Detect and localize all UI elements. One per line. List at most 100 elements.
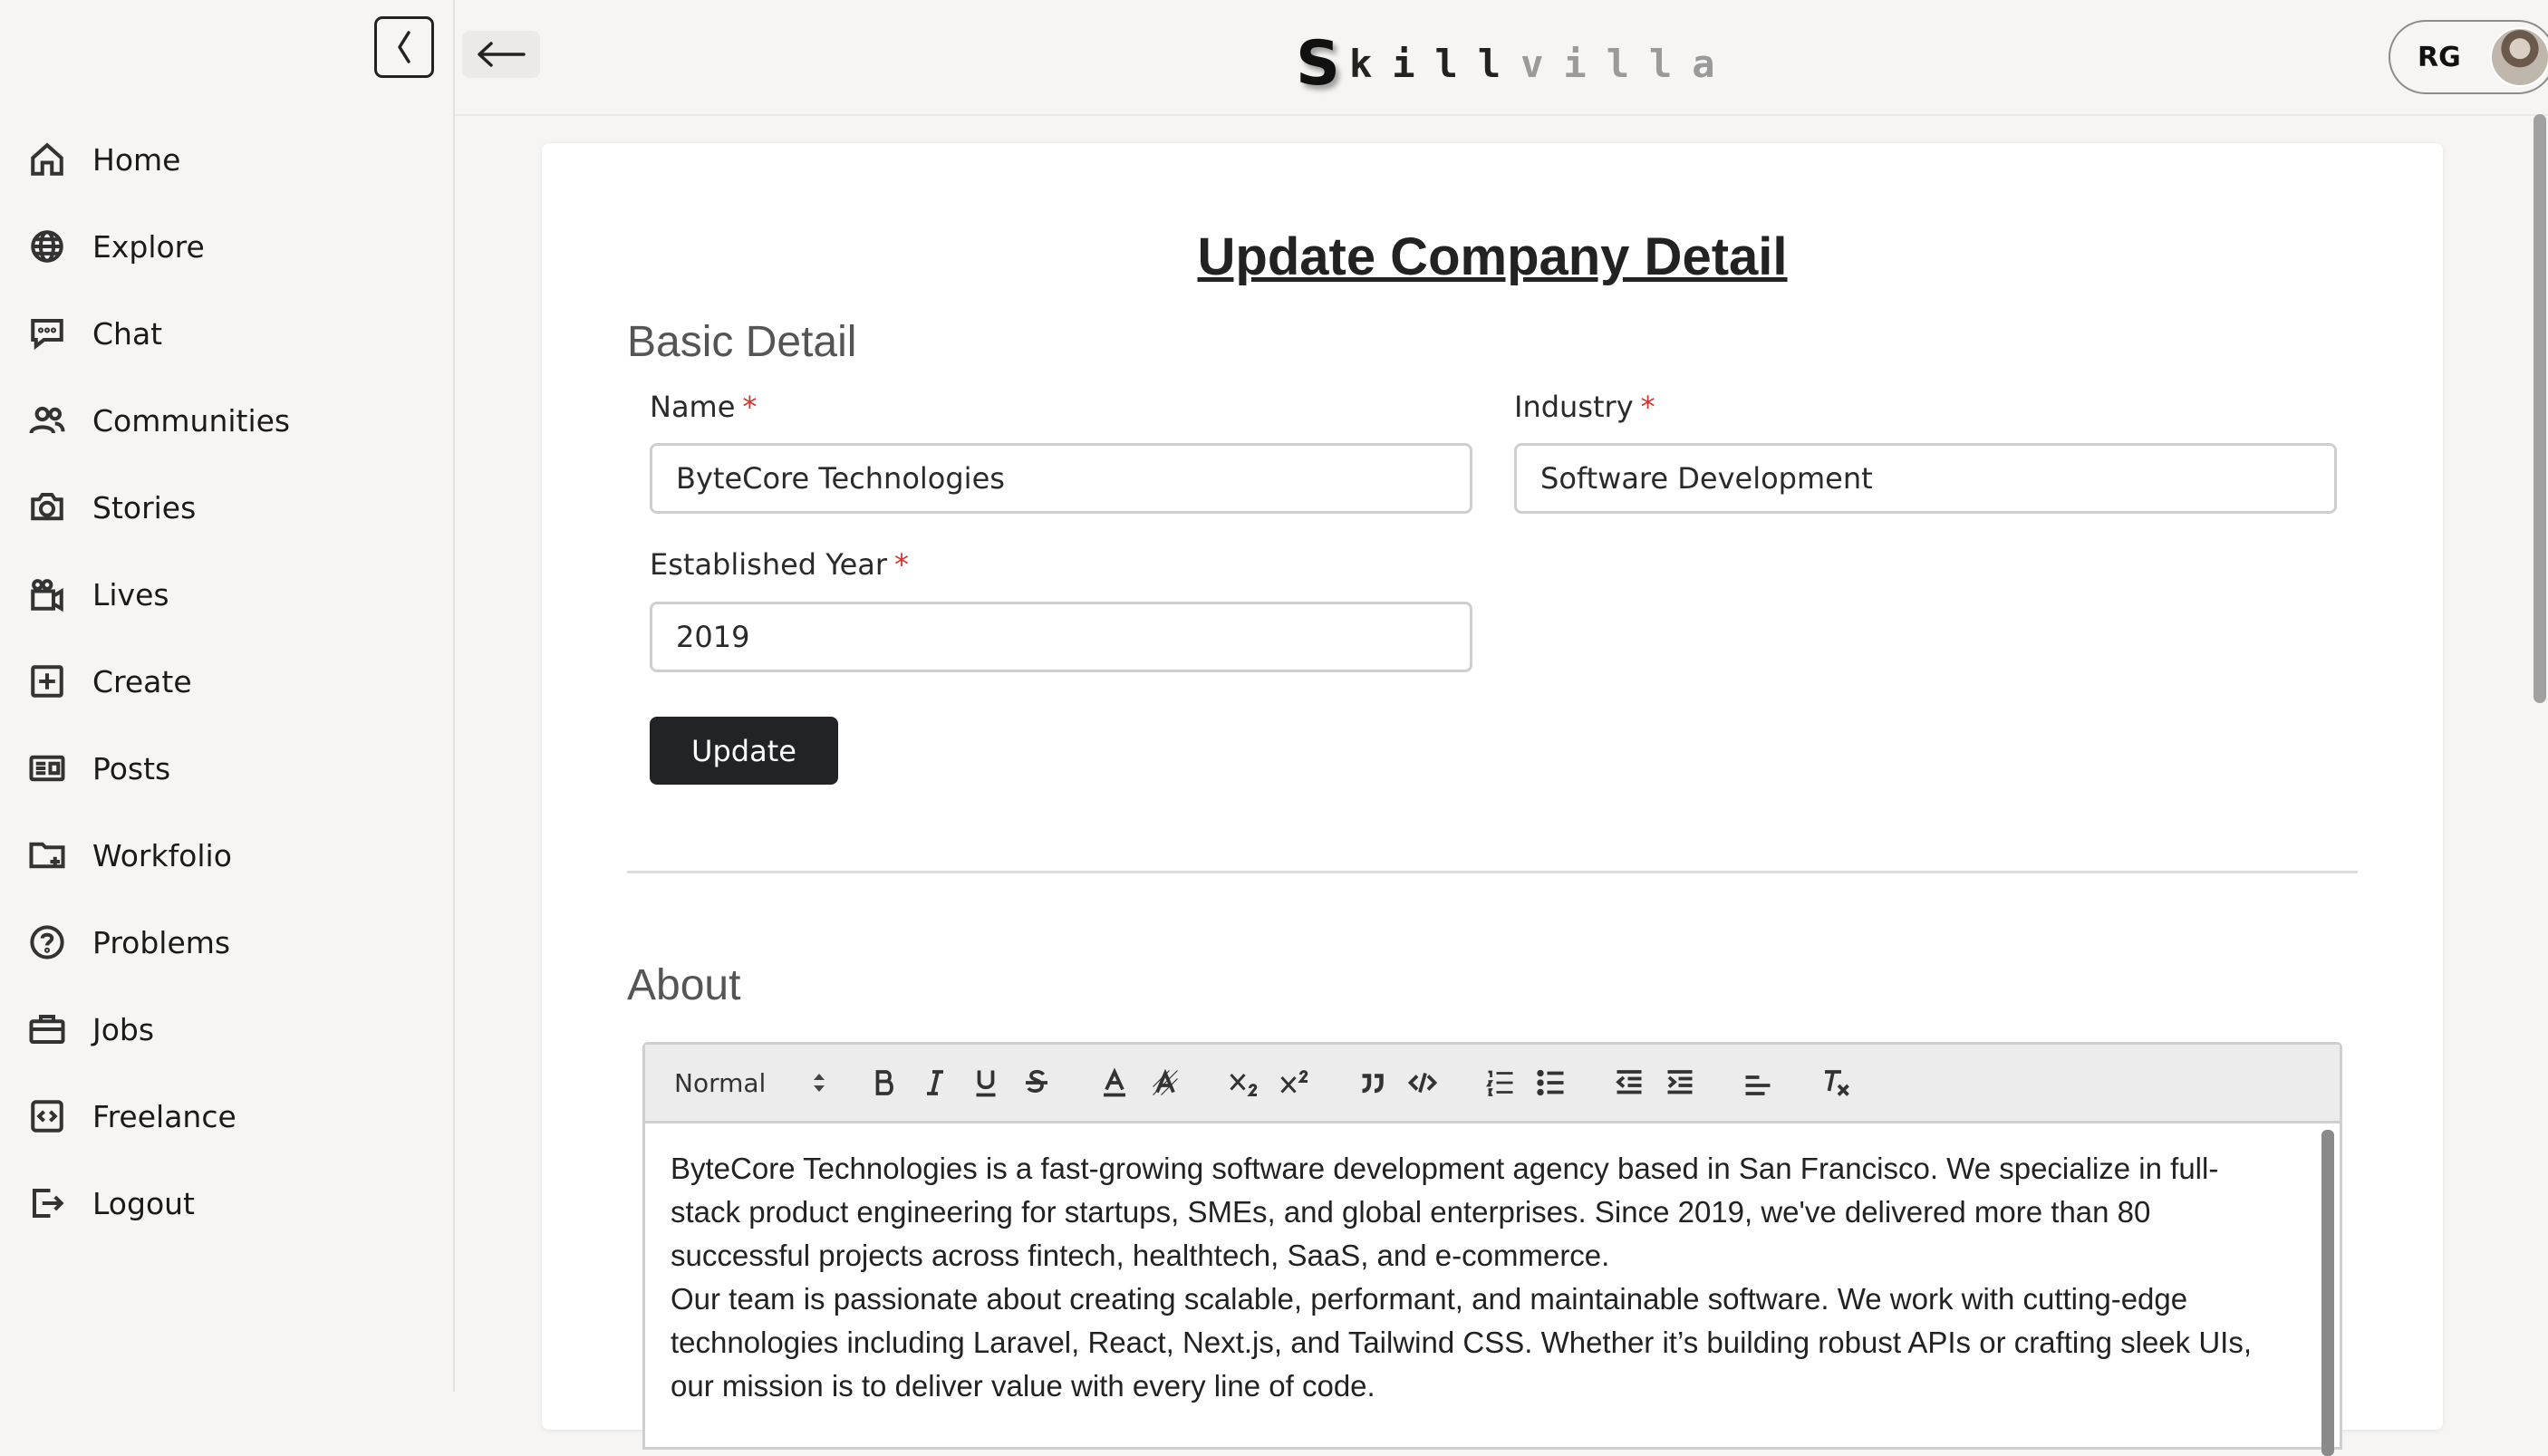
editor-content[interactable]: ByteCore Technologies is a fast-growing … bbox=[645, 1123, 2340, 1408]
outdent-button[interactable] bbox=[1604, 1057, 1655, 1108]
logo-text-dark: kill bbox=[1348, 41, 1521, 86]
name-label-text: Name bbox=[650, 390, 736, 424]
company-form-card: Update Company Detail Basic Detail Name *… bbox=[542, 143, 2443, 1456]
newspaper-icon bbox=[27, 748, 67, 788]
bullet-list-button[interactable] bbox=[1526, 1057, 1577, 1108]
sidebar-item-label: Freelance bbox=[92, 1098, 236, 1134]
arrow-left-icon bbox=[478, 42, 526, 67]
bold-button[interactable] bbox=[859, 1057, 910, 1108]
sidebar-item-explore[interactable]: Explore bbox=[27, 203, 426, 290]
sidebar-item-posts[interactable]: Posts bbox=[27, 725, 426, 812]
editor-toolbar: Normal bbox=[645, 1045, 2340, 1123]
ordered-list-icon bbox=[1485, 1070, 1513, 1096]
text-color-icon bbox=[1104, 1067, 1125, 1097]
indent-icon bbox=[1667, 1070, 1693, 1094]
name-label: Name * bbox=[650, 390, 757, 424]
sidebar-item-workfolio[interactable]: Workfolio bbox=[27, 812, 426, 899]
strikethrough-button[interactable] bbox=[1011, 1057, 1062, 1108]
sidebar-item-create[interactable]: Create bbox=[27, 638, 426, 725]
sidebar-nav: Home Explore Chat Communities Stories Li… bbox=[27, 116, 426, 1247]
page-title: Update Company Detail bbox=[1197, 227, 1788, 286]
blockquote-button[interactable] bbox=[1346, 1057, 1397, 1108]
italic-icon bbox=[927, 1070, 943, 1095]
about-paragraph: ByteCore Technologies is a fast-growing … bbox=[671, 1152, 2219, 1272]
code-square-icon bbox=[27, 1096, 67, 1136]
established-year-label: Established Year * bbox=[650, 547, 909, 582]
clear-format-icon bbox=[1825, 1070, 1849, 1096]
superscript-button[interactable] bbox=[1269, 1057, 1319, 1108]
sidebar-item-lives[interactable]: Lives bbox=[27, 551, 426, 638]
align-button[interactable] bbox=[1732, 1057, 1783, 1108]
required-mark: * bbox=[1640, 390, 1655, 424]
about-rich-text-editor: Normal ByteCore Technologies is a fast-g… bbox=[642, 1042, 2342, 1456]
section-divider bbox=[627, 871, 2358, 873]
format-select-value: Normal bbox=[674, 1067, 767, 1098]
sidebar-item-label: Problems bbox=[92, 924, 231, 960]
users-icon bbox=[27, 400, 67, 440]
page-scrollbar-thumb[interactable] bbox=[2534, 114, 2546, 703]
sidebar-item-label: Chat bbox=[92, 315, 163, 352]
home-icon bbox=[27, 140, 67, 179]
skillvilla-logo[interactable]: S kill villa bbox=[1296, 27, 1735, 100]
underline-button[interactable] bbox=[960, 1057, 1011, 1108]
about-heading: About bbox=[627, 961, 741, 1009]
sidebar-item-label: Communities bbox=[92, 402, 291, 439]
background-color-button[interactable] bbox=[1140, 1057, 1191, 1108]
sidebar-item-label: Jobs bbox=[92, 1011, 155, 1047]
format-select[interactable]: Normal bbox=[674, 1068, 826, 1098]
sidebar-item-logout[interactable]: Logout bbox=[27, 1160, 426, 1247]
select-arrows-icon bbox=[814, 1074, 825, 1092]
about-paragraph: Our team is passionate about creating sc… bbox=[671, 1282, 2252, 1403]
industry-label: Industry * bbox=[1514, 390, 1655, 424]
outdent-icon bbox=[1616, 1070, 1642, 1094]
basic-detail-heading: Basic Detail bbox=[627, 318, 857, 366]
superscript-icon bbox=[1280, 1070, 1308, 1094]
underline-icon bbox=[976, 1070, 996, 1097]
code-icon bbox=[1407, 1072, 1438, 1094]
quote-icon bbox=[1362, 1074, 1384, 1094]
collapse-sidebar-button[interactable] bbox=[374, 16, 434, 78]
logout-icon bbox=[27, 1183, 67, 1223]
avatar bbox=[2490, 27, 2548, 87]
sidebar-item-home[interactable]: Home bbox=[27, 116, 426, 203]
sidebar-item-label: Stories bbox=[92, 489, 197, 526]
video-icon bbox=[27, 574, 67, 614]
subscript-button[interactable] bbox=[1218, 1057, 1269, 1108]
bullet-list-icon bbox=[1537, 1069, 1564, 1096]
question-circle-icon bbox=[27, 922, 67, 962]
sidebar-item-jobs[interactable]: Jobs bbox=[27, 986, 426, 1073]
name-input[interactable] bbox=[650, 443, 1472, 514]
established-year-input[interactable] bbox=[650, 602, 1472, 672]
strikethrough-icon bbox=[1026, 1069, 1047, 1093]
sidebar-item-label: Explore bbox=[92, 228, 205, 265]
back-button[interactable] bbox=[462, 31, 540, 78]
profile-menu-button[interactable]: RG bbox=[2389, 20, 2548, 94]
sidebar-item-communities[interactable]: Communities bbox=[27, 377, 426, 464]
italic-button[interactable] bbox=[910, 1057, 960, 1108]
sidebar-item-label: Create bbox=[92, 663, 192, 699]
industry-input[interactable] bbox=[1514, 443, 2337, 514]
sidebar-item-label: Posts bbox=[92, 750, 171, 786]
folder-plus-icon bbox=[27, 835, 67, 875]
sidebar-item-label: Home bbox=[92, 141, 181, 178]
sidebar-item-chat[interactable]: Chat bbox=[27, 290, 426, 377]
briefcase-icon bbox=[27, 1009, 67, 1049]
sidebar-item-freelance[interactable]: Freelance bbox=[27, 1073, 426, 1160]
code-block-button[interactable] bbox=[1397, 1057, 1448, 1108]
subscript-icon bbox=[1230, 1073, 1258, 1096]
ordered-list-button[interactable] bbox=[1475, 1057, 1526, 1108]
sidebar-item-label: Workfolio bbox=[92, 837, 232, 873]
sidebar-item-problems[interactable]: Problems bbox=[27, 899, 426, 986]
text-color-button[interactable] bbox=[1089, 1057, 1140, 1108]
industry-label-text: Industry bbox=[1514, 390, 1634, 424]
sidebar-item-stories[interactable]: Stories bbox=[27, 464, 426, 551]
clear-formatting-button[interactable] bbox=[1810, 1057, 1861, 1108]
required-mark: * bbox=[742, 390, 758, 424]
indent-button[interactable] bbox=[1655, 1057, 1705, 1108]
update-button[interactable]: Update bbox=[650, 717, 838, 785]
logo-letter: S bbox=[1296, 27, 1340, 100]
sidebar-item-label: Logout bbox=[92, 1185, 195, 1221]
camera-icon bbox=[27, 487, 67, 527]
editor-scrollbar[interactable] bbox=[2321, 1130, 2334, 1456]
logo-text-light: villa bbox=[1520, 41, 1735, 86]
